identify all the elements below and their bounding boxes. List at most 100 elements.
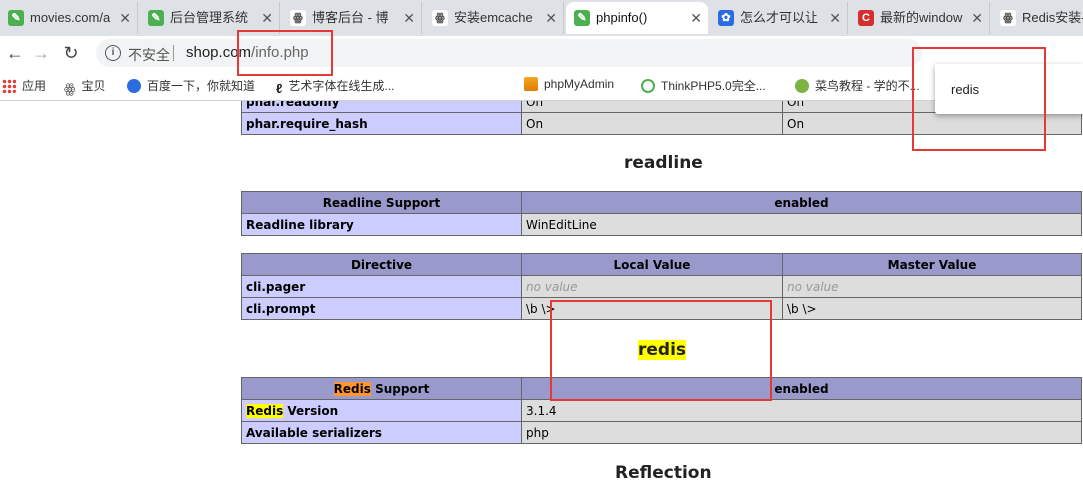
think-icon	[641, 79, 655, 93]
bookmark-apps[interactable]: 应用	[2, 77, 46, 94]
master-value: \b \>	[782, 297, 1082, 320]
forward-icon[interactable]: →	[30, 42, 52, 64]
apps-grid-icon	[2, 79, 16, 93]
bookmark-label: 艺术字体在线生成...	[288, 79, 395, 93]
close-icon[interactable]: ✕	[119, 2, 131, 34]
bookmark-runoob[interactable]: 菜鸟教程 - 学的不...	[795, 77, 920, 94]
version-label: Redis Version	[241, 399, 522, 422]
support-label: Redis Support	[241, 377, 522, 400]
search-highlight: redis	[638, 340, 687, 360]
table-row: cli.prompt \b \> \b \>	[241, 297, 1082, 320]
tab-title: 安装emcache	[454, 10, 533, 25]
table-row: cli.pager no value no value	[241, 275, 1082, 298]
tab-title: movies.com/a	[30, 10, 111, 25]
bookmark-phpmyadmin[interactable]: phpMyAdmin	[524, 77, 614, 91]
close-icon[interactable]: ✕	[690, 2, 702, 34]
search-highlight-active: Redis	[333, 381, 371, 396]
back-icon[interactable]: ←	[4, 42, 26, 64]
version-label-rest: Version	[283, 403, 339, 418]
bookmark-label: 菜鸟教程 - 学的不...	[815, 79, 920, 93]
local-value: no value	[521, 275, 783, 298]
tab-phpinfo[interactable]: ✎ phpinfo() ✕	[566, 2, 708, 34]
paw-icon	[127, 79, 141, 93]
find-bar[interactable]: redis	[935, 64, 1083, 114]
library-value: WinEditLine	[521, 213, 1082, 236]
master-value: no value	[782, 275, 1082, 298]
directive-name: cli.prompt	[241, 297, 522, 320]
runoob-icon	[795, 79, 809, 93]
table-header-row: Directive Local Value Master Value	[241, 253, 1082, 276]
tab-emcache[interactable]: ꙮ 安装emcache ✕	[424, 2, 564, 34]
close-icon[interactable]: ✕	[261, 2, 273, 34]
section-title-readline: readline	[624, 153, 703, 173]
url-host: shop.com	[186, 44, 252, 61]
page-content: phar.readonly On On phar.require_hash On…	[0, 101, 1083, 497]
bookmark-label: 宝贝	[81, 79, 106, 93]
serializers-value: php	[521, 421, 1082, 444]
tab-blog-admin[interactable]: ꙮ 博客后台 - 博 ✕	[282, 2, 422, 34]
leaf-icon: ✎	[148, 10, 164, 26]
tab-windows[interactable]: C 最新的window ✕	[850, 2, 990, 34]
url-text[interactable]: shop.com/info.php	[186, 44, 309, 61]
tab-title: 后台管理系统	[170, 10, 249, 25]
table-row: Redis Version 3.1.4	[241, 399, 1082, 422]
table-row: Readline Support enabled	[241, 191, 1082, 214]
section-title-redis: redis	[638, 340, 687, 360]
tab-title: phpinfo()	[596, 10, 648, 25]
blog-icon: ꙮ	[432, 10, 448, 26]
table-row: phar.require_hash On On	[241, 112, 1082, 135]
table-row: Readline library WinEditLine	[241, 213, 1082, 236]
leaf-icon: ✎	[574, 10, 590, 26]
bookmark-art-font[interactable]: ℓ 艺术字体在线生成...	[276, 77, 395, 96]
search-highlight: Redis	[246, 403, 284, 418]
blog-icon: ꙮ	[290, 10, 306, 26]
local-value: \b \>	[521, 297, 783, 320]
directive-name: phar.require_hash	[241, 112, 522, 135]
bookmark-baidu[interactable]: 百度一下，你就知道	[127, 77, 255, 94]
library-label: Readline library	[241, 213, 522, 236]
tab-title: 最新的window	[880, 10, 963, 25]
paw-icon: ✿	[718, 10, 734, 26]
tab-title: Redis安装-	[1022, 10, 1083, 25]
close-icon[interactable]: ✕	[971, 2, 983, 34]
tab-title: 博客后台 - 博	[312, 10, 389, 25]
brush-icon: ℓ	[276, 81, 283, 96]
close-icon[interactable]: ✕	[403, 2, 415, 34]
tab-title: 怎么才可以让	[740, 10, 819, 25]
bookmark-baobei[interactable]: ꙮ 宝贝	[64, 77, 106, 96]
support-label: Readline Support	[241, 191, 522, 214]
tab-baidu[interactable]: ✿ 怎么才可以让 ✕	[710, 2, 848, 34]
address-separator	[173, 45, 174, 61]
address-bar[interactable]: i 不安全 shop.com/info.php	[96, 39, 922, 67]
support-value: enabled	[521, 191, 1082, 214]
security-label[interactable]: 不安全	[128, 45, 170, 65]
tab-redis-install[interactable]: ꙮ Redis安装-	[992, 2, 1083, 34]
local-value: On	[521, 112, 783, 135]
serializers-label: Available serializers	[241, 421, 522, 444]
local-value: On	[521, 101, 783, 113]
tab-strip: ✎ movies.com/a ✕ ✎ 后台管理系统 ✕ ꙮ 博客后台 - 博 ✕…	[0, 0, 1083, 36]
support-label-rest: Support	[370, 381, 430, 396]
support-value: enabled	[521, 377, 1082, 400]
directive-name: phar.readonly	[241, 101, 522, 113]
blog-icon: ꙮ	[1000, 10, 1016, 26]
close-icon[interactable]: ✕	[545, 2, 557, 34]
readline-directives-table: Directive Local Value Master Value cli.p…	[241, 253, 1082, 320]
close-icon[interactable]: ✕	[829, 2, 841, 34]
leaf-icon: ✎	[8, 10, 24, 26]
tab-movies[interactable]: ✎ movies.com/a ✕	[0, 2, 138, 34]
bookmark-label: 百度一下，你就知道	[147, 79, 256, 93]
version-value: 3.1.4	[521, 399, 1082, 422]
bookmark-thinkphp[interactable]: ThinkPHP5.0完全...	[641, 77, 766, 94]
section-title-reflection: Reflection	[615, 463, 712, 483]
bookmark-label: 应用	[22, 79, 47, 93]
reload-icon[interactable]: ↻	[60, 42, 82, 64]
browser-toolbar: ← → ↻ i 不安全 shop.com/info.php	[0, 36, 1083, 70]
info-icon[interactable]: i	[105, 45, 121, 61]
find-input[interactable]: redis	[951, 82, 979, 97]
master-value: On	[782, 112, 1082, 135]
directive-name: cli.pager	[241, 275, 522, 298]
bookmark-label: ThinkPHP5.0完全...	[661, 79, 766, 93]
bookmark-label: phpMyAdmin	[544, 77, 615, 91]
tab-admin[interactable]: ✎ 后台管理系统 ✕	[140, 2, 280, 34]
